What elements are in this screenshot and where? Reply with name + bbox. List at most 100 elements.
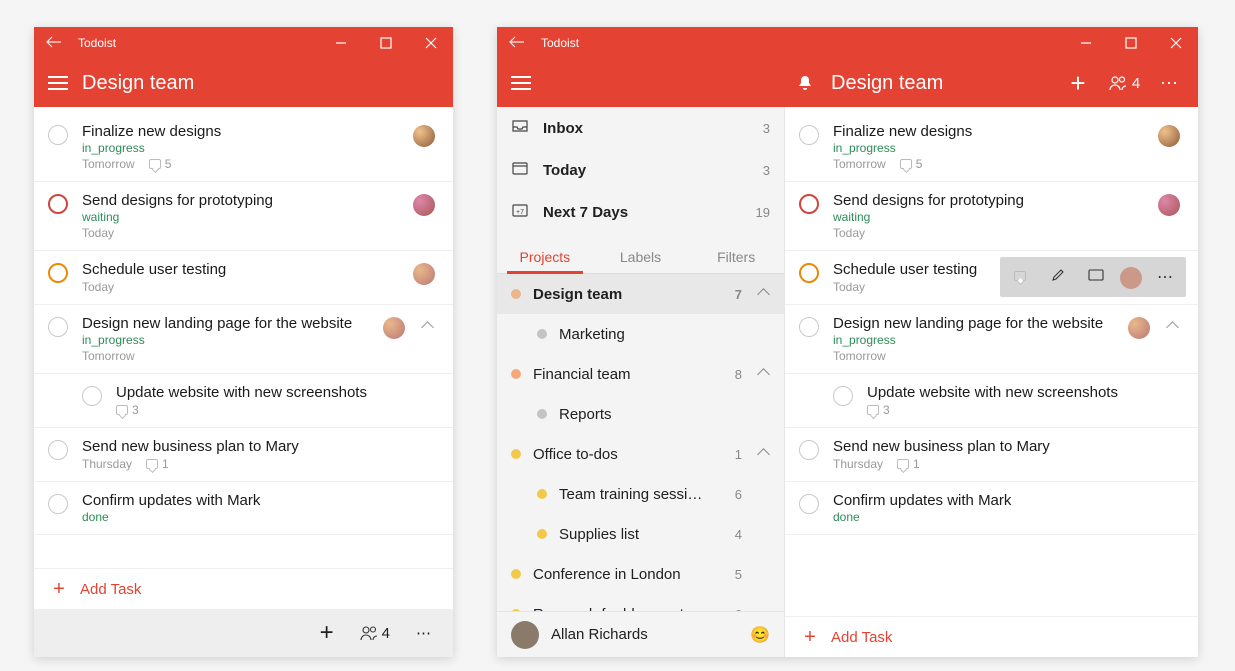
- add-task-button[interactable]: + Add Task: [785, 616, 1198, 657]
- project-item[interactable]: Supplies list 4: [497, 514, 784, 554]
- task-item[interactable]: Send new business plan to Mary Thursday1: [785, 428, 1198, 482]
- task-item[interactable]: Update website with new screenshots 3: [34, 374, 453, 428]
- project-item[interactable]: Team training sessions 6: [497, 474, 784, 514]
- view-label: Inbox: [543, 120, 583, 137]
- share-button[interactable]: 4: [360, 625, 390, 642]
- chevron-icon[interactable]: [419, 319, 435, 333]
- minimize-button[interactable]: [318, 27, 363, 59]
- add-task-label: Add Task: [831, 629, 892, 646]
- task-item[interactable]: Design new landing page for the website …: [34, 305, 453, 374]
- schedule-button[interactable]: [1082, 268, 1110, 286]
- task-item[interactable]: Send designs for prototyping waiting Tod…: [34, 182, 453, 251]
- share-button[interactable]: 4: [1104, 63, 1144, 103]
- project-item[interactable]: Reports: [497, 394, 784, 434]
- task-item[interactable]: Send new business plan to Mary Thursday1: [34, 428, 453, 482]
- maximize-button[interactable]: [363, 27, 408, 59]
- assignee-avatar: [1128, 317, 1150, 339]
- tab-filters[interactable]: Filters: [688, 239, 784, 274]
- sidebar-view-inbox[interactable]: Inbox 3: [497, 107, 784, 149]
- complete-checkbox[interactable]: [48, 494, 68, 514]
- menu-button[interactable]: [34, 76, 82, 90]
- task-item[interactable]: Finalize new designs in_progress Tomorro…: [785, 113, 1198, 182]
- complete-checkbox[interactable]: [799, 125, 819, 145]
- project-item[interactable]: Financial team 8: [497, 354, 784, 394]
- task-item[interactable]: Finalize new designs in_progress Tomorro…: [34, 113, 453, 182]
- task-comments: 1: [146, 457, 169, 471]
- project-name: Financial team: [533, 366, 708, 383]
- quick-add-button[interactable]: +: [320, 619, 334, 647]
- people-icon: [360, 625, 380, 641]
- project-item[interactable]: Office to-dos 1: [497, 434, 784, 474]
- project-item[interactable]: Conference in London 5: [497, 554, 784, 594]
- complete-checkbox[interactable]: [48, 263, 68, 283]
- complete-checkbox[interactable]: [799, 194, 819, 214]
- back-button[interactable]: [497, 36, 537, 51]
- task-list: Finalize new designs in_progress Tomorro…: [785, 107, 1198, 616]
- task-due: Today: [82, 280, 114, 294]
- project-count: 1: [720, 447, 742, 462]
- comment-icon: [900, 159, 912, 169]
- back-button[interactable]: [34, 36, 74, 51]
- project-color-icon: [537, 329, 547, 339]
- edit-button[interactable]: [1044, 268, 1072, 287]
- project-title: Design team: [82, 72, 453, 95]
- complete-checkbox[interactable]: [833, 386, 853, 406]
- tab-projects[interactable]: Projects: [497, 239, 593, 274]
- task-item[interactable]: Send designs for prototyping waiting Tod…: [785, 182, 1198, 251]
- quick-add-button[interactable]: +: [1058, 63, 1098, 103]
- close-button[interactable]: [1153, 27, 1198, 59]
- task-item[interactable]: Confirm updates with Mark done: [34, 482, 453, 535]
- notifications-button[interactable]: [785, 63, 825, 103]
- user-row[interactable]: Allan Richards 😊: [497, 611, 784, 657]
- task-due: Thursday: [833, 457, 883, 471]
- task-item[interactable]: Design new landing page for the website …: [785, 305, 1198, 374]
- complete-checkbox[interactable]: [48, 440, 68, 460]
- task-due: Today: [82, 226, 114, 240]
- complete-checkbox[interactable]: [799, 317, 819, 337]
- window-narrow: Todoist Design team Finalize new designs…: [34, 27, 453, 657]
- task-item[interactable]: Schedule user testing Today: [785, 251, 1198, 305]
- complete-checkbox[interactable]: [799, 440, 819, 460]
- more-button[interactable]: [416, 624, 433, 642]
- chevron-icon[interactable]: [1164, 319, 1180, 333]
- more-button[interactable]: [1152, 267, 1180, 287]
- project-name: Office to-dos: [533, 446, 708, 463]
- task-item[interactable]: Update website with new screenshots 3: [785, 374, 1198, 428]
- complete-checkbox[interactable]: [48, 317, 68, 337]
- project-item[interactable]: Design team 7: [497, 274, 784, 314]
- close-button[interactable]: [408, 27, 453, 59]
- more-button[interactable]: [1150, 63, 1190, 103]
- maximize-button[interactable]: [1108, 27, 1153, 59]
- project-item[interactable]: Research for blog posts 6: [497, 594, 784, 611]
- project-name: Marketing: [559, 326, 708, 343]
- menu-button[interactable]: [497, 76, 545, 90]
- assignee-avatar: [413, 263, 435, 285]
- task-due: Tomorrow: [833, 157, 886, 171]
- complete-checkbox[interactable]: [799, 494, 819, 514]
- minimize-button[interactable]: [1063, 27, 1108, 59]
- assignee-avatar[interactable]: [1120, 267, 1142, 289]
- task-due: Tomorrow: [82, 349, 135, 363]
- view-count: 3: [763, 163, 770, 178]
- project-list: Design team 7 Marketing Financial team 8…: [497, 274, 784, 611]
- complete-checkbox[interactable]: [82, 386, 102, 406]
- task-label: done: [833, 510, 1180, 524]
- sidebar-view-next-7-days[interactable]: +7 Next 7 Days 19: [497, 191, 784, 233]
- complete-checkbox[interactable]: [48, 125, 68, 145]
- task-item[interactable]: Confirm updates with Mark done: [785, 482, 1198, 535]
- task-title: Send new business plan to Mary: [833, 438, 1180, 455]
- task-item[interactable]: Schedule user testing Today: [34, 251, 453, 305]
- project-count: 6: [720, 487, 742, 502]
- chevron-icon: [754, 368, 772, 380]
- task-label: in_progress: [82, 333, 369, 347]
- complete-checkbox[interactable]: [799, 263, 819, 283]
- project-item[interactable]: Marketing: [497, 314, 784, 354]
- task-title: Send designs for prototyping: [833, 192, 1144, 209]
- comment-button[interactable]: [1006, 268, 1034, 286]
- task-title: Send designs for prototyping: [82, 192, 399, 209]
- complete-checkbox[interactable]: [48, 194, 68, 214]
- tab-labels[interactable]: Labels: [593, 239, 689, 274]
- sidebar-view-today[interactable]: Today 3: [497, 149, 784, 191]
- avatar: [511, 621, 539, 649]
- add-task-button[interactable]: + Add Task: [34, 568, 453, 609]
